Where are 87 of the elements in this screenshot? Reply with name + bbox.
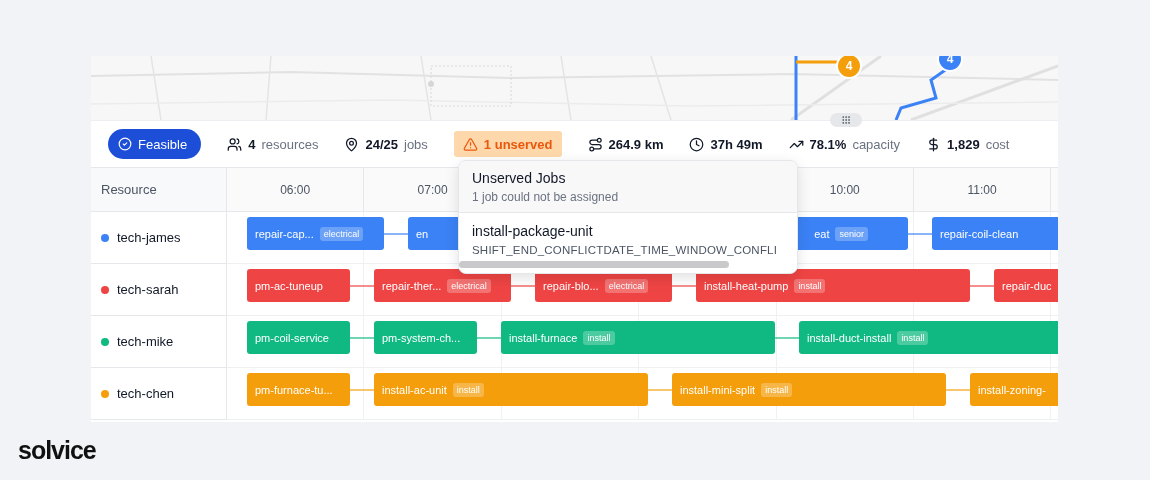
route-connector — [350, 284, 374, 287]
check-circle-icon — [118, 137, 132, 151]
resize-handle[interactable] — [830, 113, 862, 127]
job-block[interactable]: install-zoning- — [970, 373, 1058, 406]
map-pin-icon — [344, 136, 360, 152]
job-block[interactable]: install-duct-install install — [799, 321, 1058, 354]
unserved-button[interactable]: 1 unserved — [453, 131, 562, 157]
route-connector — [477, 336, 501, 339]
route-connector — [908, 232, 932, 235]
route-connector — [511, 284, 535, 287]
job-name: install-ac-unit — [382, 383, 447, 396]
unserved-job-name: install-package-unit — [472, 223, 594, 239]
stat-value: 264.9 km — [608, 136, 664, 152]
route-connector — [648, 388, 672, 391]
job-name: repair-coil-clean — [940, 227, 1019, 240]
job-block[interactable]: pm-system-ch... — [374, 321, 477, 354]
route-icon — [587, 136, 603, 152]
job-block[interactable]: repair-ther... electrical — [374, 269, 511, 302]
route-connector — [946, 388, 970, 391]
hour-label: 07:00 — [417, 182, 448, 197]
stat-label: jobs — [404, 136, 428, 152]
route-connector — [672, 284, 696, 287]
logo: solvice — [18, 436, 97, 465]
stat-value: 78.1% — [809, 136, 847, 152]
skill-tag: install — [583, 330, 615, 345]
stat-value: 4 — [248, 136, 256, 152]
job-name: repair-ther... — [382, 279, 442, 292]
stat-value: 37h 49m — [710, 136, 763, 152]
route-connector — [775, 336, 799, 339]
job-name: install-furnace — [509, 331, 578, 344]
job-name: repair-cap... — [255, 227, 314, 240]
stat-label: capacity — [852, 136, 901, 152]
resource-name: tech-chen — [117, 386, 175, 401]
skill-tag: electrical — [604, 278, 649, 293]
job-block[interactable]: repair-cap... electrical — [247, 217, 384, 250]
people-icon — [227, 136, 243, 152]
resource-name: tech-sarah — [117, 282, 179, 297]
stat-value: 24/25 — [365, 136, 398, 152]
popover-title: Unserved Jobs — [472, 170, 567, 186]
hour-label: 10:00 — [829, 182, 860, 197]
hour-label: 11:00 — [967, 182, 997, 197]
hour-label: 06:00 — [280, 182, 311, 197]
job-name: install-zoning- — [978, 383, 1046, 396]
stat-value: 1,829 — [947, 136, 980, 152]
job-name: pm-ac-tuneup — [255, 279, 323, 292]
job-block[interactable]: install-ac-unit install — [374, 373, 648, 406]
job-name: install-heat-pump — [704, 279, 789, 292]
job-name: en — [416, 227, 429, 240]
skill-tag: senior — [835, 226, 868, 241]
job-name: eat — [814, 227, 830, 240]
status-badge: Feasible — [108, 129, 202, 159]
skill-tag: electrical — [319, 226, 364, 241]
resource-name: tech-james — [117, 230, 181, 245]
skill-tag: install — [897, 330, 929, 345]
job-name: repair-blo... — [543, 279, 599, 292]
stat-value: 1 unserved — [483, 136, 553, 152]
warning-icon — [462, 136, 478, 152]
stat-label: resources — [261, 136, 319, 152]
job-name: pm-furnace-tu... — [255, 383, 333, 396]
job-block[interactable]: pm-coil-service — [247, 321, 350, 354]
job-block[interactable]: pm-ac-tuneup — [247, 269, 350, 302]
job-block[interactable]: repair-coil-clean — [932, 217, 1058, 250]
route-connector — [970, 284, 994, 287]
stat-label: cost — [985, 136, 1010, 152]
skill-tag: electrical — [447, 278, 491, 293]
job-block[interactable]: install-furnace install — [501, 321, 775, 354]
skill-tag: install — [452, 382, 484, 397]
job-name: repair-duc — [1002, 279, 1052, 292]
job-block[interactable]: repair-duc — [994, 269, 1058, 302]
column-header: Resource — [91, 168, 227, 212]
resource-name: tech-mike — [117, 334, 174, 349]
route-connector — [350, 388, 374, 391]
route-connector — [350, 336, 374, 339]
job-name: pm-coil-service — [255, 331, 329, 344]
skill-tag: install — [794, 278, 826, 293]
job-name: install-duct-install — [807, 331, 892, 344]
job-block[interactable]: pm-furnace-tu... — [247, 373, 350, 406]
conflict-reason: SHIFT_END_CONFLICTDATE_TIME_WINDOW_CONFLI — [472, 244, 779, 256]
scrollbar-thumb[interactable] — [459, 261, 729, 268]
job-block[interactable]: install-heat-pump install — [696, 269, 970, 302]
popover-subtitle: 1 job could not be assigned — [472, 190, 620, 204]
skill-tag: install — [761, 382, 793, 397]
clock-icon — [689, 136, 705, 152]
job-name: pm-system-ch... — [382, 331, 461, 344]
job-block[interactable]: install-mini-split install — [672, 373, 946, 406]
job-name: install-mini-split — [680, 383, 756, 396]
route-connector — [384, 232, 408, 235]
